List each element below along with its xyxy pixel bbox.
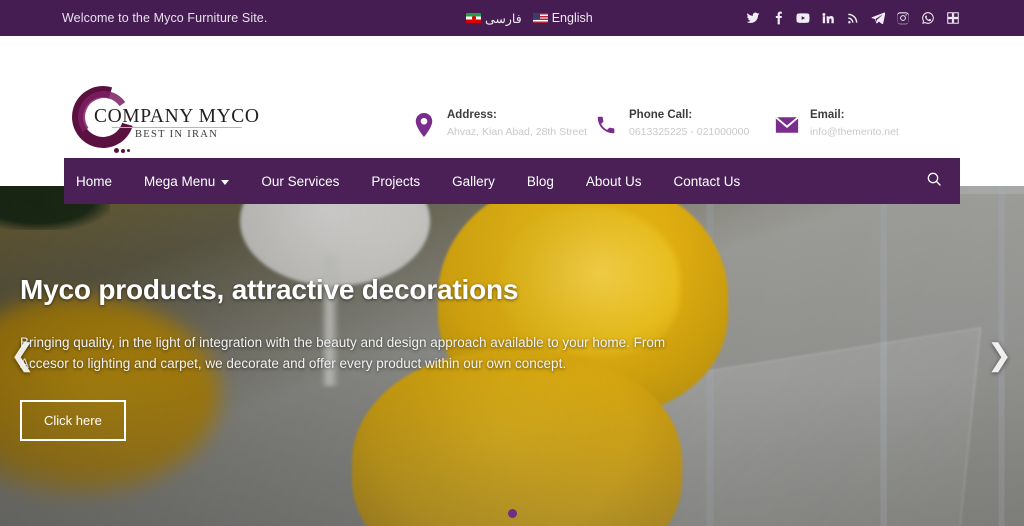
nav-label-projects: Projects	[371, 173, 421, 189]
nav-item-about-us[interactable]: About Us	[570, 158, 658, 204]
nav-item-projects[interactable]: Projects	[355, 158, 436, 204]
language-option-english[interactable]: English	[532, 11, 593, 25]
phone-icon	[594, 110, 618, 140]
hero-carousel: Myco products, attractive decorations Br…	[0, 186, 1024, 526]
nav-label-our-services: Our Services	[261, 173, 340, 189]
phone-label: Phone Call:	[629, 109, 693, 121]
map-pin-icon	[412, 110, 436, 140]
carousel-prev-arrow[interactable]: ❮	[10, 341, 35, 371]
telegram-icon[interactable]	[871, 11, 885, 25]
hero-title: Myco products, attractive decorations	[20, 274, 519, 305]
nav-item-blog[interactable]: Blog	[511, 158, 570, 204]
top-bar: Welcome to the Myco Furniture Site. فارس…	[0, 0, 1024, 36]
nav-label-home: Home	[76, 173, 113, 189]
nav-label-blog: Blog	[526, 173, 554, 189]
contact-address: Address: Ahvaz, Kian Abad, 28th Street	[412, 109, 587, 140]
nav-item-gallery[interactable]: Gallery	[436, 158, 511, 204]
address-label: Address:	[447, 109, 497, 121]
instagram-icon[interactable]	[896, 11, 910, 25]
logo-company-name: COMPANY MYCO	[94, 106, 260, 127]
welcome-message: Welcome to the Myco Furniture Site.	[62, 11, 268, 25]
carousel-next-arrow[interactable]: ❯	[987, 341, 1012, 371]
hero-subtitle: Bringing quality, in the light of integr…	[20, 335, 666, 371]
main-navigation: Home Mega Menu Our Services Projects Gal…	[64, 158, 960, 204]
usa-flag-icon	[532, 13, 548, 23]
logo-tagline: BEST IN IRAN	[135, 129, 219, 140]
rss-icon[interactable]	[846, 11, 860, 25]
youtube-icon[interactable]	[796, 11, 810, 25]
facebook-icon[interactable]	[771, 11, 785, 25]
nav-item-mega-menu[interactable]: Mega Menu	[128, 158, 245, 204]
aparat-icon[interactable]	[946, 11, 960, 25]
address-value: Ahvaz, Kian Abad, 28th Street	[447, 126, 588, 138]
carousel-dots	[0, 509, 1024, 518]
search-icon	[926, 171, 942, 192]
site-logo[interactable]: COMPANY MYCO BEST IN IRAN	[61, 75, 259, 163]
language-label-persian: فارسی	[485, 11, 522, 26]
language-label-english: English	[551, 11, 593, 25]
twitter-icon[interactable]	[746, 11, 760, 25]
site-header: COMPANY MYCO BEST IN IRAN Address: Ahvaz…	[0, 36, 1024, 163]
nav-label-gallery: Gallery	[452, 173, 495, 189]
nav-label-about-us: About Us	[585, 173, 642, 189]
carousel-dot-1[interactable]	[507, 509, 517, 518]
nav-label-mega-menu: Mega Menu	[144, 173, 216, 189]
hero-content: Myco products, attractive decorations Br…	[20, 274, 740, 441]
contact-email: Email: info@themento.net	[775, 109, 899, 140]
contact-phone: Phone Call: 0613325225 - 021000000	[594, 109, 749, 140]
email-label: Email:	[810, 109, 845, 121]
linkedin-icon[interactable]	[821, 11, 835, 25]
nav-item-home[interactable]: Home	[64, 158, 128, 204]
whatsapp-icon[interactable]	[921, 11, 935, 25]
nav-items: Home Mega Menu Our Services Projects Gal…	[64, 158, 756, 204]
chevron-down-icon	[221, 179, 230, 185]
phone-value: 0613325225 - 021000000	[629, 126, 750, 138]
logo-divider	[112, 127, 242, 128]
email-value: info@themento.net	[810, 126, 899, 138]
hero-cta-button[interactable]: Click here	[20, 400, 126, 441]
language-switcher: فارسی English	[466, 11, 593, 26]
iran-flag-icon	[466, 13, 481, 23]
nav-item-our-services[interactable]: Our Services	[245, 158, 355, 204]
envelope-icon	[775, 110, 799, 140]
nav-label-contact-us: Contact Us	[673, 173, 741, 189]
nav-item-contact-us[interactable]: Contact Us	[657, 158, 756, 204]
language-option-persian[interactable]: فارسی	[466, 11, 522, 26]
social-links	[746, 11, 960, 25]
search-button[interactable]	[908, 158, 960, 204]
